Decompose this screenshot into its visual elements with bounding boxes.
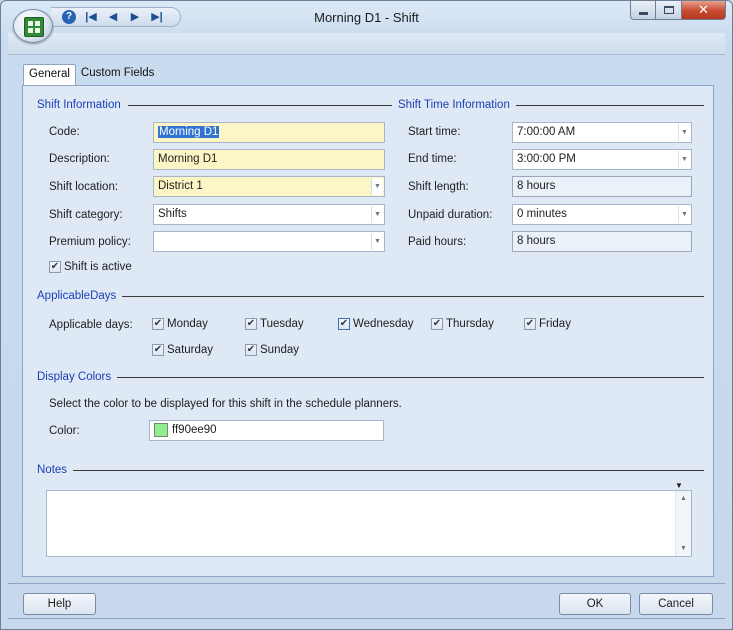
checkmark-icon: ✔	[152, 344, 164, 356]
applicable-days-divider	[118, 296, 704, 297]
shift-information-divider	[128, 105, 392, 106]
day-label: Friday	[539, 318, 571, 330]
code-value: Morning D1	[158, 126, 220, 138]
day-thursday-checkbox[interactable]: ✔ Thursday	[431, 318, 494, 330]
shift-category-value: Shifts	[158, 208, 187, 220]
premium-policy-select[interactable]: ▼	[153, 231, 385, 252]
display-colors-instruction: Select the color to be displayed for thi…	[49, 398, 402, 410]
unpaid-duration-label: Unpaid duration:	[408, 209, 493, 221]
notes-divider	[73, 470, 704, 471]
checkmark-icon: ✔	[49, 261, 61, 273]
description-label: Description:	[49, 153, 110, 165]
shift-length-field: 8 hours	[512, 176, 692, 197]
end-time-label: End time:	[408, 153, 457, 165]
footer-separator	[8, 583, 725, 584]
day-wednesday-checkbox[interactable]: ✔ Wednesday	[338, 318, 414, 330]
day-tuesday-checkbox[interactable]: ✔ Tuesday	[245, 318, 304, 330]
title-bar: ? |◀ ◀ ▶ ▶| Morning D1 - Shift ✕	[1, 1, 732, 43]
tab-general[interactable]: General	[23, 64, 76, 86]
display-colors-divider	[113, 377, 704, 378]
code-input[interactable]: Morning D1	[153, 122, 385, 143]
display-colors-title: Display Colors	[37, 371, 118, 383]
end-time-select[interactable]: 3:00:00 PM ▼	[512, 149, 692, 170]
maximize-icon	[663, 6, 674, 14]
shift-information-title: Shift Information	[37, 99, 127, 111]
paid-hours-label: Paid hours:	[408, 236, 467, 248]
day-sunday-checkbox[interactable]: ✔ Sunday	[245, 344, 299, 356]
shift-active-label: Shift is active	[64, 261, 132, 273]
notes-dropdown-icon[interactable]: ▼	[675, 481, 683, 490]
checkmark-icon: ✔	[245, 344, 257, 356]
ribbon-strip	[8, 33, 725, 55]
checkmark-icon: ✔	[524, 318, 536, 330]
checkmark-icon: ✔	[431, 318, 443, 330]
scroll-up-icon[interactable]: ▲	[680, 495, 687, 502]
shift-location-label: Shift location:	[49, 181, 119, 193]
start-time-select[interactable]: 7:00:00 AM ▼	[512, 122, 692, 143]
shift-category-select[interactable]: Shifts ▼	[153, 204, 385, 225]
shift-time-divider	[514, 105, 704, 106]
cancel-button[interactable]: Cancel	[639, 593, 713, 615]
shift-time-information-title: Shift Time Information	[398, 99, 516, 111]
tab-custom-fields[interactable]: Custom Fields	[76, 64, 160, 86]
day-friday-checkbox[interactable]: ✔ Friday	[524, 318, 571, 330]
help-button[interactable]: Help	[23, 593, 96, 615]
day-label: Saturday	[167, 344, 214, 356]
close-button[interactable]: ✕	[682, 1, 726, 20]
end-time-value: 3:00:00 PM	[517, 153, 576, 165]
chevron-down-icon[interactable]: ▼	[371, 233, 383, 250]
start-time-value: 7:00:00 AM	[517, 126, 576, 138]
chevron-down-icon[interactable]: ▼	[678, 151, 690, 168]
day-label: Monday	[167, 318, 208, 330]
close-icon: ✕	[698, 2, 709, 17]
unpaid-duration-select[interactable]: 0 minutes ▼	[512, 204, 692, 225]
checkmark-icon: ✔	[245, 318, 257, 330]
chevron-down-icon[interactable]: ▼	[371, 206, 383, 223]
premium-policy-label: Premium policy:	[49, 236, 131, 248]
maximize-button[interactable]	[656, 1, 682, 20]
notes-title: Notes	[37, 464, 74, 476]
day-label: Tuesday	[260, 318, 304, 330]
chevron-down-icon[interactable]: ▼	[678, 206, 690, 223]
code-label: Code:	[49, 126, 80, 138]
app-menu-button[interactable]	[13, 9, 53, 43]
description-input[interactable]: Morning D1	[153, 149, 385, 170]
chevron-down-icon[interactable]: ▼	[371, 178, 383, 195]
day-label: Thursday	[446, 318, 494, 330]
day-monday-checkbox[interactable]: ✔ Monday	[152, 318, 208, 330]
checkmark-icon: ✔	[152, 318, 164, 330]
unpaid-duration-value: 0 minutes	[517, 208, 567, 220]
window-title: Morning D1 - Shift	[314, 10, 419, 25]
day-saturday-checkbox[interactable]: ✔ Saturday	[152, 344, 213, 356]
shift-location-value: District 1	[158, 180, 203, 192]
shift-length-label: Shift length:	[408, 181, 469, 193]
notes-textarea[interactable]: ▲ ▼	[46, 490, 692, 557]
color-swatch[interactable]	[154, 423, 168, 437]
paid-hours-field: 8 hours	[512, 231, 692, 252]
shift-location-select[interactable]: District 1 ▼	[153, 176, 385, 197]
window-controls: ✕	[630, 1, 726, 20]
scroll-down-icon[interactable]: ▼	[680, 545, 687, 552]
applicable-days-label: Applicable days:	[49, 319, 133, 331]
notes-scrollbar[interactable]: ▲ ▼	[675, 491, 691, 556]
applicable-days-title: ApplicableDays	[37, 290, 123, 302]
ok-button[interactable]: OK	[559, 593, 631, 615]
chevron-down-icon[interactable]: ▼	[678, 124, 690, 141]
shift-category-label: Shift category:	[49, 209, 123, 221]
spreadsheet-app-icon	[24, 17, 44, 37]
day-label: Sunday	[260, 344, 300, 356]
start-time-label: Start time:	[408, 126, 461, 138]
tab-strip: General Custom Fields	[23, 64, 159, 86]
checkmark-icon: ✔	[338, 318, 350, 330]
day-label: Wednesday	[353, 318, 414, 330]
color-label: Color:	[49, 425, 80, 437]
shift-active-checkbox[interactable]: ✔ Shift is active	[49, 261, 132, 273]
minimize-icon	[638, 11, 648, 15]
color-value: ff90ee90	[172, 424, 217, 437]
color-picker-field[interactable]: ff90ee90	[149, 420, 384, 441]
window-bottom-border	[8, 618, 725, 619]
shift-dialog-window: ? |◀ ◀ ▶ ▶| Morning D1 - Shift ✕ General…	[0, 0, 733, 630]
minimize-button[interactable]	[630, 1, 656, 20]
